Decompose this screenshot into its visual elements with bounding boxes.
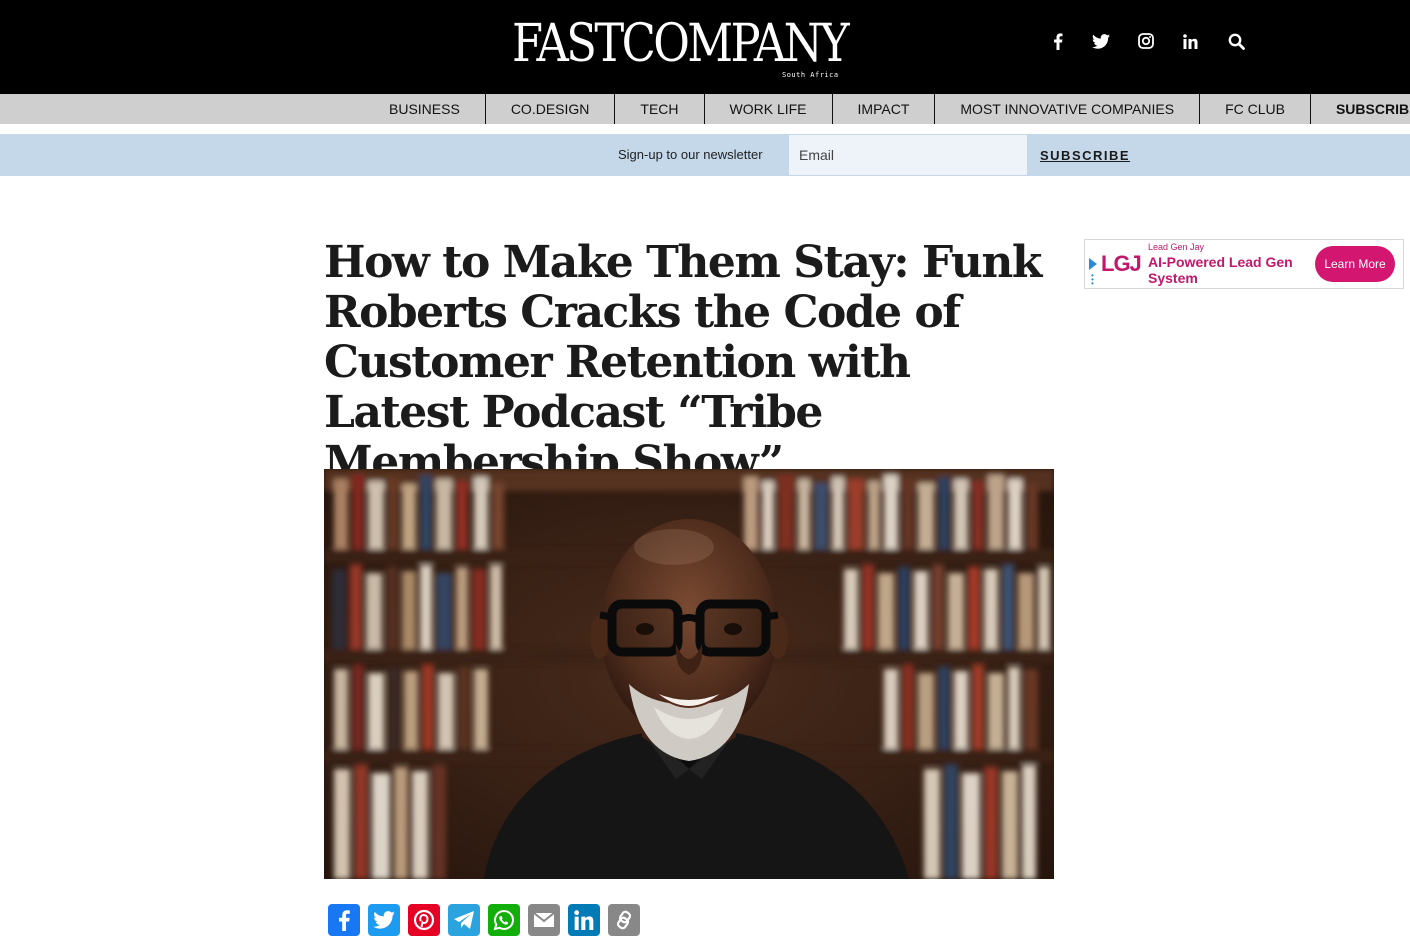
nav-item-most-innovative[interactable]: MOST INNOVATIVE COMPANIES	[935, 94, 1201, 124]
main-nav: BUSINESS CO.DESIGN TECH WORK LIFE IMPACT…	[0, 94, 1410, 124]
newsletter-bar: Sign-up to our newsletter SUBSCRIBE	[0, 134, 1410, 176]
telegram-icon	[454, 911, 474, 929]
twitter-icon	[373, 911, 395, 929]
linkedin-icon	[574, 910, 594, 930]
linkedin-icon[interactable]	[1176, 28, 1204, 54]
ad-learn-more-button[interactable]: Learn More	[1315, 246, 1395, 282]
newsletter-label: Sign-up to our newsletter	[618, 147, 763, 162]
linkedin-share-button[interactable]	[568, 904, 600, 936]
ad-logo: LGJ	[1101, 251, 1142, 276]
telegram-share-button[interactable]	[448, 904, 480, 936]
nav-item-tech[interactable]: TECH	[615, 94, 705, 124]
facebook-icon[interactable]	[1044, 28, 1072, 54]
copy-link-share-button[interactable]	[608, 904, 640, 936]
link-icon	[616, 910, 632, 930]
instagram-icon[interactable]	[1132, 28, 1160, 54]
nav-item-impact[interactable]: IMPACT	[833, 94, 936, 124]
site-header: FASTCOMPANY South Africa	[0, 0, 1410, 94]
sidebar-ad[interactable]: • • • LGJ Lead Gen Jay AI-Powered Lead Gen…	[1084, 239, 1404, 289]
whatsapp-share-button[interactable]	[488, 904, 520, 936]
logo-region: South Africa	[782, 71, 839, 79]
ad-brand: Lead Gen Jay	[1148, 242, 1205, 252]
email-icon	[533, 912, 555, 927]
nav-list: BUSINESS CO.DESIGN TECH WORK LIFE IMPACT…	[364, 94, 1410, 124]
twitter-icon[interactable]	[1087, 28, 1115, 54]
ad-menu-icon[interactable]: • • •	[1091, 272, 1094, 288]
twitter-share-button[interactable]	[368, 904, 400, 936]
whatsapp-icon	[493, 909, 514, 931]
nav-item-codesign[interactable]: CO.DESIGN	[486, 94, 616, 124]
ad-title[interactable]: AI-Powered Lead Gen System	[1148, 254, 1308, 286]
article-headline: How to Make Them Stay: Funk Roberts Crac…	[324, 237, 1042, 488]
search-icon[interactable]	[1222, 28, 1250, 54]
article-hero-image	[324, 469, 1054, 879]
ad-choices-icon[interactable]	[1089, 258, 1097, 270]
facebook-icon	[339, 910, 350, 931]
pinterest-icon	[413, 909, 435, 931]
newsletter-email-input[interactable]	[789, 135, 1027, 175]
nav-item-subscribe[interactable]: SUBSCRIBE	[1311, 94, 1410, 124]
facebook-share-button[interactable]	[328, 904, 360, 936]
pinterest-share-button[interactable]	[408, 904, 440, 936]
nav-item-business[interactable]: BUSINESS	[364, 94, 486, 124]
email-share-button[interactable]	[528, 904, 560, 936]
share-bar	[328, 904, 648, 938]
logo-wordmark: FASTCOMPANY	[512, 14, 850, 74]
site-logo[interactable]: FASTCOMPANY South Africa	[512, 14, 852, 80]
nav-item-work-life[interactable]: WORK LIFE	[705, 94, 833, 124]
newsletter-subscribe-button[interactable]: SUBSCRIBE	[1040, 148, 1130, 163]
nav-item-fc-club[interactable]: FC CLUB	[1200, 94, 1311, 124]
portrait-photo	[324, 469, 1054, 879]
